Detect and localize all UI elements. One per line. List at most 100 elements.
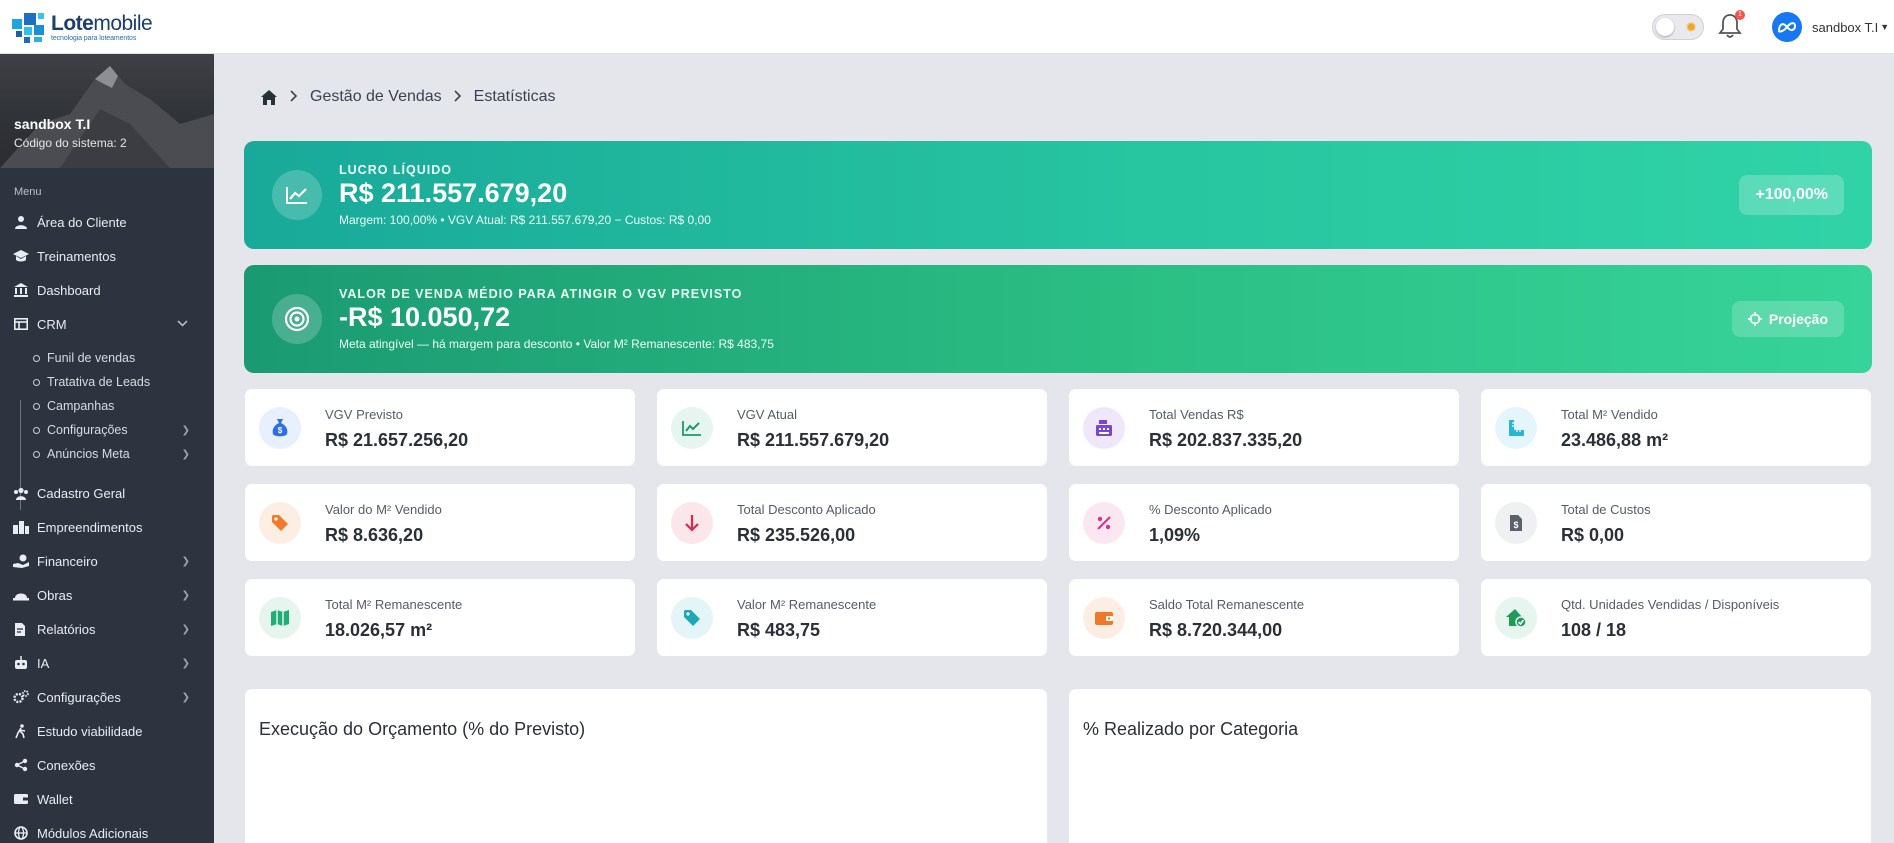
stat-label: Total Vendas R$ — [1149, 407, 1244, 422]
sidebar-subitem-campanhas[interactable]: Campanhas — [0, 396, 214, 416]
arrow-down-icon — [671, 502, 713, 544]
theme-toggle[interactable]: ✹ — [1652, 14, 1704, 40]
top-bar: Lotemobile tecnologia para loteamentos ✹… — [0, 0, 1894, 54]
menu-section-label: Menu — [14, 186, 42, 198]
sidebar-item-empreendimentos[interactable]: Empreendimentos — [0, 513, 214, 541]
toggle-knob — [1656, 18, 1674, 36]
city-icon — [13, 519, 29, 535]
sidebar-item-relatorios[interactable]: Relatórios ❯ — [0, 615, 214, 643]
stat-label: Total de Custos — [1561, 502, 1651, 517]
sidebar-item-wallet[interactable]: Wallet — [0, 785, 214, 813]
users-icon — [13, 485, 29, 501]
stat-value: 1,09% — [1149, 525, 1201, 545]
breadcrumb-item-gestao-vendas[interactable]: Gestão de Vendas — [310, 88, 442, 106]
user-name: sandbox T.I — [1812, 19, 1879, 35]
orcamento-panel: Execução do Orçamento (% do Previsto) — [244, 688, 1048, 843]
user-icon — [13, 214, 29, 230]
percent-icon — [1083, 502, 1125, 544]
projecao-button-label: Projeção — [1768, 311, 1828, 327]
stat-label: Qtd. Unidades Vendidas / Disponíveis — [1561, 597, 1780, 612]
banner-detail: Margem: 100,00% • VGV Atual: R$ 211.557.… — [339, 213, 711, 227]
chevron-right-icon — [290, 89, 298, 105]
logo[interactable]: Lotemobile tecnologia para loteamentos — [12, 11, 153, 43]
sidebar-subitem-leads[interactable]: Tratativa de Leads — [0, 372, 214, 392]
sidebar-item-obras[interactable]: Obras ❯ — [0, 581, 214, 609]
sidebar-item-financeiro[interactable]: Financeiro ❯ — [0, 547, 214, 575]
sidebar-system-code: Código do sistema: 2 — [14, 136, 127, 150]
chevron-right-icon: ❯ — [181, 623, 190, 635]
chevron-right-icon: ❯ — [181, 589, 190, 601]
stat-value: R$ 211.557.679,20 — [737, 430, 890, 450]
sidebar-item-crm[interactable]: CRM — [0, 310, 214, 338]
panel-title: Execução do Orçamento (% do Previsto) — [259, 719, 586, 739]
sidebar-item-ia[interactable]: IA ❯ — [0, 649, 214, 677]
stat-value: R$ 21.657.256,20 — [325, 430, 469, 450]
lucro-liquido-banner: LUCRO LÍQUIDO R$ 211.557.679,20 Margem: … — [244, 141, 1872, 249]
sidebar-item-modulos-adicionais[interactable]: Módulos Adicionais — [0, 819, 214, 843]
sidebar-item-configuracoes[interactable]: Configurações ❯ — [0, 683, 214, 711]
stat-value: R$ 8.636,20 — [325, 525, 424, 545]
banner-value: R$ 211.557.679,20 — [339, 178, 568, 208]
banner-label: LUCRO LÍQUIDO — [339, 163, 452, 177]
chevron-right-icon: ❯ — [181, 657, 190, 669]
stat-card-vgv-atual: VGV Atual R$ 211.557.679,20 — [656, 388, 1048, 467]
bullet-icon — [33, 402, 40, 410]
sidebar-item-area-cliente[interactable]: Área do Cliente — [0, 208, 214, 236]
target-icon — [272, 294, 322, 344]
stat-card-valor-m2-remanescente: Valor M² Remanescente R$ 483,75 — [656, 578, 1048, 657]
sidebar-item-label: Empreendimentos — [37, 519, 143, 535]
map-icon — [259, 597, 301, 639]
banner-label: VALOR DE VENDA MÉDIO PARA ATINGIR O VGV … — [339, 287, 743, 301]
share-icon — [13, 757, 29, 773]
stat-label: VGV Previsto — [325, 407, 404, 422]
sidebar-subitem-label: Campanhas — [47, 399, 115, 413]
stat-label: Total M² Remanescente — [325, 597, 463, 612]
notification-badge: 1 — [1735, 10, 1745, 20]
stat-card-unidades: Qtd. Unidades Vendidas / Disponíveis 108… — [1480, 578, 1872, 657]
logo-mark-icon — [12, 13, 44, 43]
sidebar-item-label: Financeiro — [37, 553, 98, 569]
notifications-button[interactable]: 1 — [1718, 10, 1745, 41]
sidebar-item-label: IA — [37, 655, 50, 671]
sidebar-item-cadastro-geral[interactable]: Cadastro Geral — [0, 479, 214, 507]
tag-icon — [259, 502, 301, 544]
stat-card-total-m2-vendido: Total M² Vendido 23.486,88 m² — [1480, 388, 1872, 467]
sidebar-item-label: Módulos Adicionais — [37, 825, 149, 841]
chevron-right-icon: ❯ — [181, 424, 190, 436]
stat-value: R$ 0,00 — [1561, 525, 1625, 545]
sidebar-subitem-label: Funil de vendas — [47, 351, 136, 365]
stat-card-vgv-previsto: $ VGV Previsto R$ 21.657.256,20 — [244, 388, 636, 467]
stat-value: R$ 483,75 — [737, 620, 821, 640]
stat-value: R$ 202.837.335,20 — [1149, 430, 1303, 450]
ruler-icon — [1495, 407, 1537, 449]
sidebar-subitem-configuracoes[interactable]: Configurações ❯ — [0, 420, 214, 440]
sidebar: sandbox T.I Código do sistema: 2 Menu Ár… — [0, 54, 214, 843]
sidebar-subitem-funil[interactable]: Funil de vendas — [0, 348, 214, 368]
tag-icon — [671, 597, 713, 639]
user-menu[interactable]: sandbox T.I ▼ — [1772, 12, 1889, 42]
wallet-icon — [13, 791, 29, 807]
chevron-down-icon: ▼ — [1880, 22, 1890, 32]
stat-card-m2-remanescente: Total M² Remanescente 18.026,57 m² — [244, 578, 636, 657]
sidebar-item-dashboard[interactable]: Dashboard — [0, 276, 214, 304]
sidebar-item-label: Cadastro Geral — [37, 485, 126, 501]
stat-value: 18.026,57 m² — [325, 620, 433, 640]
money-hand-icon — [13, 553, 29, 569]
sidebar-subitem-anuncios-meta[interactable]: Anúncios Meta ❯ — [0, 444, 214, 464]
mountain-background — [0, 66, 214, 168]
sidebar-item-label: Dashboard — [37, 282, 101, 298]
chevron-right-icon — [454, 89, 462, 105]
margin-badge: +100,00% — [1739, 175, 1844, 215]
sidebar-item-label: CRM — [37, 316, 67, 332]
sidebar-item-estudo-viabilidade[interactable]: Estudo viabilidade — [0, 717, 214, 745]
stat-label: % Desconto Aplicado — [1149, 502, 1272, 517]
vgv-medio-banner: VALOR DE VENDA MÉDIO PARA ATINGIR O VGV … — [244, 265, 1872, 373]
robot-icon — [13, 655, 29, 671]
home-icon[interactable] — [260, 89, 278, 106]
chart-line-icon — [272, 170, 322, 220]
chevron-right-icon: ❯ — [181, 691, 190, 703]
stat-label: Saldo Total Remanescente — [1149, 597, 1305, 612]
projecao-button[interactable]: Projeção — [1731, 301, 1844, 337]
sidebar-item-conexoes[interactable]: Conexões — [0, 751, 214, 779]
sidebar-item-treinamentos[interactable]: Treinamentos — [0, 242, 214, 270]
